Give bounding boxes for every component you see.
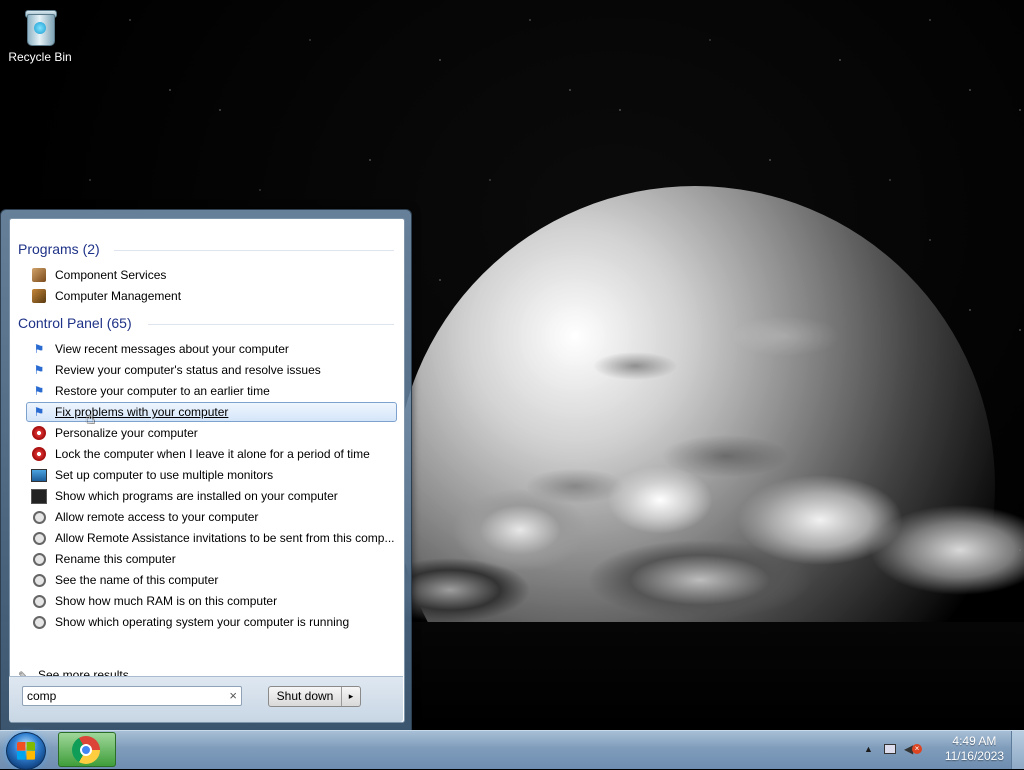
desktop-icon-label: Recycle Bin	[8, 50, 72, 64]
system-icon	[31, 509, 47, 525]
chrome-icon	[72, 736, 100, 764]
clock[interactable]: 4:49 AM 11/16/2023	[945, 734, 1004, 764]
system-icon	[31, 593, 47, 609]
personalization-icon	[31, 446, 47, 462]
result-computer-name[interactable]: See the name of this computer	[26, 570, 397, 590]
action-center-flag-icon: ⚑	[33, 384, 45, 398]
shutdown-label[interactable]: Shut down	[269, 687, 342, 706]
result-review-status[interactable]: ⚑ Review your computer's status and reso…	[26, 360, 397, 380]
system-icon	[31, 551, 47, 567]
show-hidden-icons-icon[interactable]: ▲	[864, 744, 873, 754]
result-personalize[interactable]: Personalize your computer	[26, 423, 397, 443]
programs-icon	[31, 488, 47, 504]
search-input[interactable]	[27, 689, 217, 703]
group-header-programs: Programs (2)	[18, 241, 394, 257]
shutdown-button[interactable]: Shut down ▸	[268, 686, 361, 707]
action-center-flag-icon: ⚑	[33, 405, 45, 419]
volume-muted-icon[interactable]: ◀ ×	[904, 742, 922, 758]
result-fix-problems[interactable]: ⚑ Fix problems with your computer	[26, 402, 397, 422]
network-icon[interactable]	[882, 742, 898, 756]
result-multiple-monitors[interactable]: Set up computer to use multiple monitors	[26, 465, 397, 485]
system-icon	[31, 572, 47, 588]
search-box[interactable]: ×	[22, 686, 242, 706]
taskbar: ▲ ◀ × 4:49 AM 11/16/2023	[0, 730, 1024, 770]
action-center-flag-icon: ⚑	[33, 363, 45, 377]
clear-search-icon[interactable]: ×	[229, 688, 237, 703]
result-remote-assistance[interactable]: Allow Remote Assistance invitations to b…	[26, 528, 397, 548]
recycle-bin-icon	[23, 6, 57, 46]
group-header-control-panel: Control Panel (65)	[18, 315, 394, 331]
start-menu: Programs (2) Component Services Computer…	[0, 209, 412, 732]
computer-management-icon	[31, 288, 47, 304]
desktop-icon-recycle-bin[interactable]: Recycle Bin	[8, 6, 72, 64]
result-show-os[interactable]: Show which operating system your compute…	[26, 612, 397, 632]
result-computer-management[interactable]: Computer Management	[26, 286, 397, 306]
search-results-pane: Programs (2) Component Services Computer…	[9, 218, 405, 723]
component-services-icon	[31, 267, 47, 283]
clock-time: 4:49 AM	[952, 734, 997, 748]
clouds-image	[400, 440, 1024, 630]
system-icon	[31, 530, 47, 546]
windows-logo-icon	[17, 742, 35, 760]
result-restore-computer[interactable]: ⚑ Restore your computer to an earlier ti…	[26, 381, 397, 401]
result-installed-programs[interactable]: Show which programs are installed on you…	[26, 486, 397, 506]
start-menu-bottom-bar: × Shut down ▸	[9, 676, 403, 722]
hand-cursor-icon: ☝	[85, 410, 95, 427]
action-center-flag-icon: ⚑	[33, 342, 45, 356]
display-monitor-icon	[31, 467, 47, 483]
shutdown-options-arrow-icon[interactable]: ▸	[342, 691, 360, 702]
result-component-services[interactable]: Component Services	[26, 265, 397, 285]
system-icon	[31, 614, 47, 630]
result-allow-remote-access[interactable]: Allow remote access to your computer	[26, 507, 397, 527]
result-lock-computer[interactable]: Lock the computer when I leave it alone …	[26, 444, 397, 464]
show-desktop-button[interactable]	[1011, 731, 1024, 769]
result-show-ram[interactable]: Show how much RAM is on this computer	[26, 591, 397, 611]
result-rename-computer[interactable]: Rename this computer	[26, 549, 397, 569]
result-view-recent-messages[interactable]: ⚑ View recent messages about your comput…	[26, 339, 397, 359]
clock-date: 11/16/2023	[944, 749, 1004, 763]
personalization-icon	[31, 425, 47, 441]
taskbar-chrome-button[interactable]	[58, 732, 116, 767]
start-button[interactable]	[6, 732, 46, 770]
system-tray: ▲ ◀ × 4:49 AM 11/16/2023	[854, 731, 1024, 769]
